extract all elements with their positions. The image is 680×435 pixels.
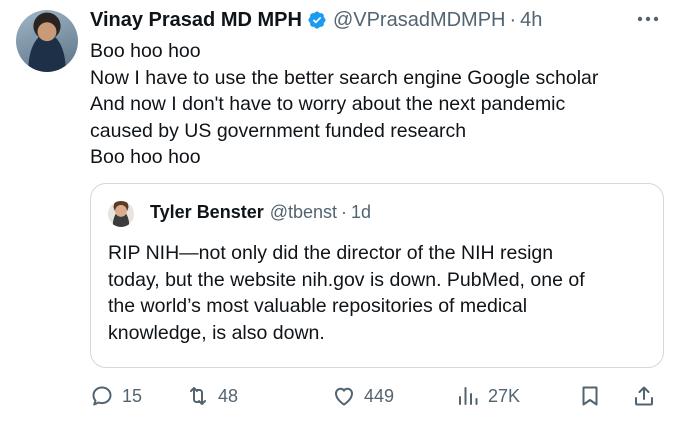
action-bar: 15 48 449 27K (90, 378, 670, 414)
like-button[interactable]: 449 (332, 378, 394, 414)
quoted-author-handle[interactable]: @tbenst (270, 202, 337, 223)
more-icon[interactable] (634, 8, 662, 30)
quoted-time[interactable]: 1d (351, 202, 371, 223)
tweet-line: caused by US government funded research (90, 119, 467, 142)
like-count: 449 (364, 385, 395, 406)
bookmark-button[interactable] (578, 378, 602, 414)
heart-icon (335, 387, 353, 406)
quoted-text: RIP NIH—not only did the director of the… (108, 240, 653, 346)
share-icon (635, 386, 653, 406)
header-separator: · (509, 8, 517, 31)
quoted-line: today, but the website nih.gov is down. … (108, 268, 585, 291)
quoted-line: the world’s most valuable repositories o… (108, 295, 528, 317)
quoted-tweet[interactable]: Tyler Benster @tbenst · 1d RIP NIH—not o… (90, 183, 664, 368)
quoted-separator: · (341, 202, 348, 222)
quoted-line: knowledge, is also down. (108, 321, 325, 344)
reply-button[interactable]: 15 (90, 378, 142, 414)
quoted-line: RIP NIH—not only did the director of the… (108, 242, 554, 264)
tweet-header: Vinay Prasad MD MPH @VPrasadMDMPH · 4h (90, 6, 542, 34)
tweet-text: Boo hoo hoo Now I have to use the better… (90, 38, 670, 171)
bookmark-icon (582, 386, 598, 406)
views-icon (459, 387, 478, 405)
views-button[interactable]: 27K (456, 378, 520, 414)
tweet-line: Now I have to use the better search engi… (90, 66, 599, 89)
share-button[interactable] (632, 378, 656, 414)
verified-badge-icon (308, 11, 326, 29)
tweet-line: And now I don't have to worry about the … (90, 93, 566, 115)
tweet-line: Boo hoo hoo (90, 40, 201, 62)
repost-count: 48 (218, 385, 239, 406)
repost-icon (190, 387, 206, 405)
post-time[interactable]: 4h (520, 9, 542, 32)
author-avatar[interactable] (16, 10, 78, 72)
quoted-header: Tyler Benster @tbenst · 1d (150, 202, 371, 223)
author-name[interactable]: Vinay Prasad MD MPH (90, 9, 302, 32)
reply-count: 15 (122, 385, 143, 406)
quoted-author-name[interactable]: Tyler Benster (150, 202, 264, 223)
repost-button[interactable]: 48 (186, 378, 238, 414)
reply-icon (92, 386, 112, 406)
author-handle[interactable]: @VPrasadMDMPH (333, 9, 506, 32)
tweet-line: Boo hoo hoo (90, 146, 201, 168)
views-count: 27K (488, 385, 521, 406)
quoted-author-avatar[interactable] (108, 201, 134, 227)
